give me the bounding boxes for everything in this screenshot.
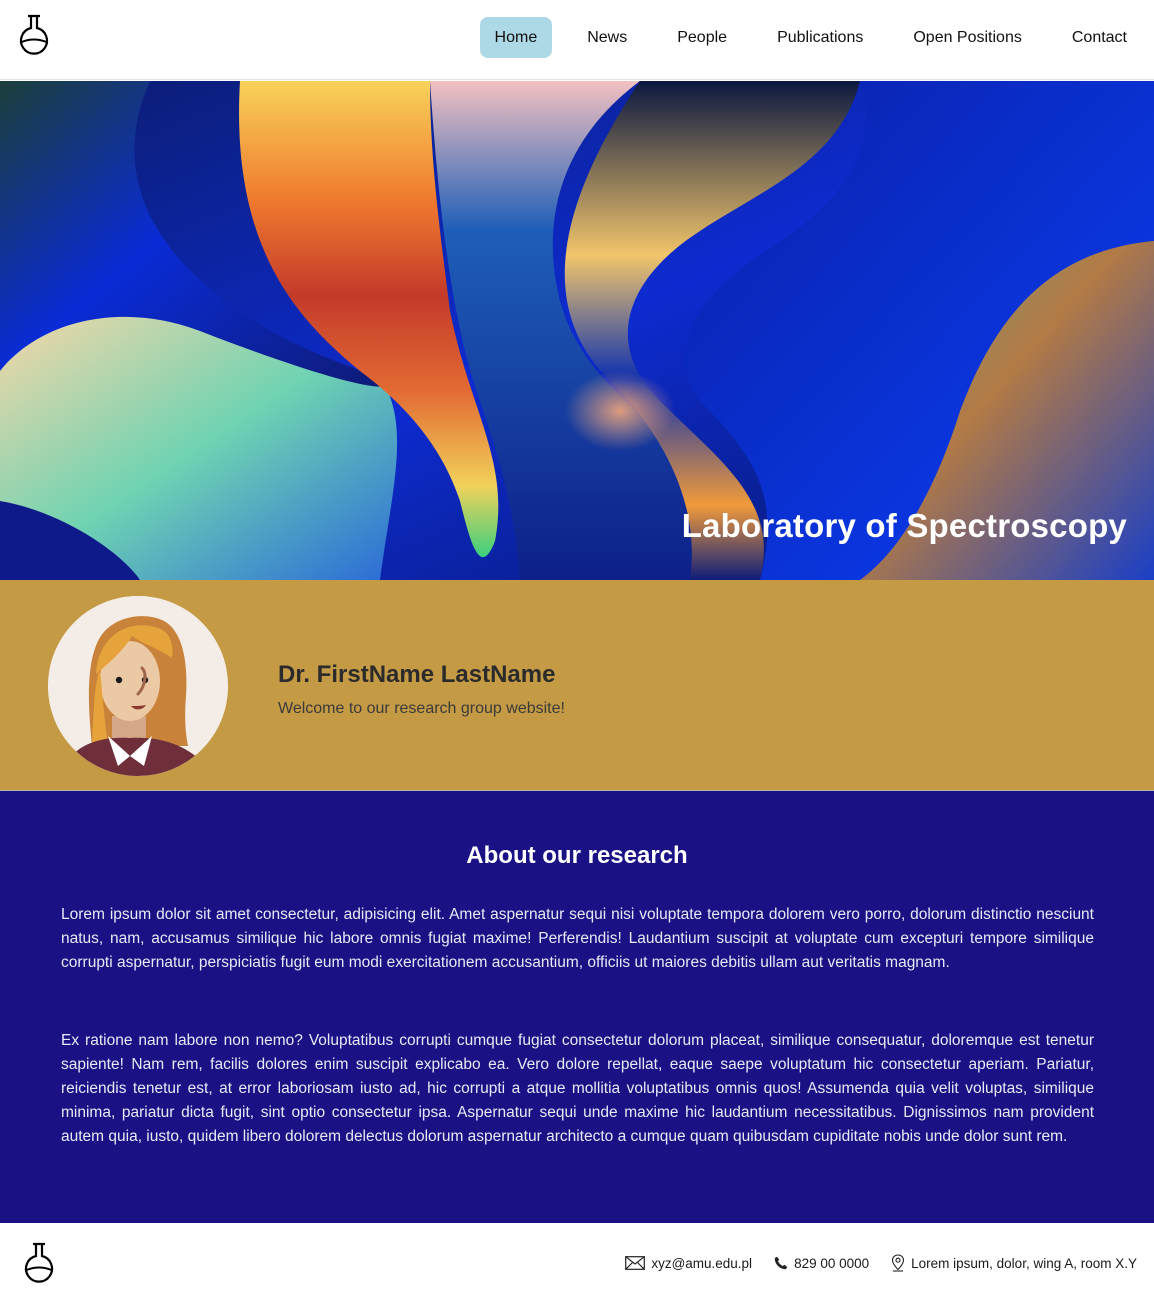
- nav-item-contact[interactable]: Contact: [1057, 17, 1142, 58]
- flask-logo-icon[interactable]: [21, 1242, 57, 1286]
- nav-item-news[interactable]: News: [572, 17, 642, 58]
- phone-icon: [774, 1256, 788, 1270]
- pi-name: Dr. FirstName LastName: [278, 661, 556, 688]
- envelope-icon: [625, 1256, 646, 1270]
- email-text[interactable]: xyz@amu.edu.pl: [651, 1256, 752, 1271]
- nav-item-open-positions[interactable]: Open Positions: [898, 17, 1037, 58]
- about-title: About our research: [466, 842, 688, 869]
- hero-banner: Laboratory of Spectroscopy: [0, 81, 1154, 580]
- site-footer: xyz@amu.edu.pl 829 00 0000 Lorem ipsum, …: [0, 1223, 1154, 1298]
- nav-item-home[interactable]: Home: [479, 16, 553, 58]
- site-header: Home News People Publications Open Posit…: [0, 0, 1154, 80]
- phone-text[interactable]: 829 00 0000: [794, 1256, 869, 1271]
- nav-item-publications[interactable]: Publications: [762, 17, 878, 58]
- address-text: Lorem ipsum, dolor, wing A, room X.Y: [911, 1255, 1137, 1271]
- contact-info: xyz@amu.edu.pl 829 00 0000 Lorem ipsum, …: [625, 1254, 1137, 1272]
- about-section: About our research Lorem ipsum dolor sit…: [0, 791, 1154, 1223]
- welcome-band: Dr. FirstName LastName Welcome to our re…: [0, 580, 1154, 791]
- about-paragraph: Ex ratione nam labore non nemo? Voluptat…: [61, 1032, 1094, 1145]
- nav-item-people[interactable]: People: [662, 17, 742, 58]
- contact-phone[interactable]: 829 00 0000: [774, 1256, 869, 1271]
- contact-address: Lorem ipsum, dolor, wing A, room X.Y: [891, 1254, 1137, 1272]
- avatar: [48, 596, 228, 776]
- contact-email[interactable]: xyz@amu.edu.pl: [625, 1256, 752, 1271]
- main-nav: Home News People Publications Open Posit…: [479, 16, 1142, 58]
- location-pin-icon: [892, 1254, 905, 1272]
- about-paragraph: Lorem ipsum dolor sit amet consectetur, …: [61, 906, 1094, 971]
- lab-title: Laboratory of Spectroscopy: [681, 507, 1127, 544]
- person-avatar-illustration: [48, 596, 228, 776]
- welcome-message: Welcome to our research group website!: [278, 700, 565, 717]
- flask-logo-icon[interactable]: [16, 14, 52, 58]
- hero-abstract-artwork: [0, 81, 1154, 580]
